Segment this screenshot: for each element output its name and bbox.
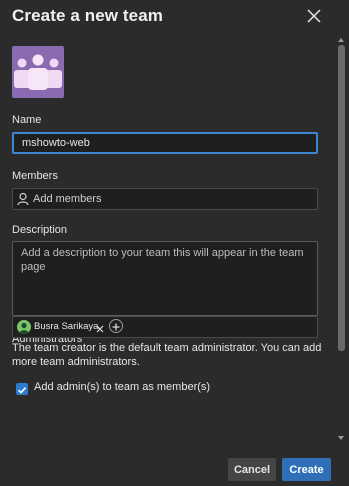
scroll-thumb[interactable] <box>338 45 345 351</box>
description-label: Description <box>12 224 68 236</box>
add-admin-icon[interactable] <box>109 319 123 333</box>
add-admins-checkbox[interactable] <box>16 383 28 395</box>
description-textarea[interactable]: Add a description to your team this will… <box>12 241 318 316</box>
scroll-up-icon[interactable] <box>338 38 344 42</box>
team-avatar-icon[interactable] <box>12 46 64 98</box>
person-icon <box>17 192 29 206</box>
admin-chip-name: Busra Sarikaya <box>34 321 99 332</box>
cancel-button[interactable]: Cancel <box>228 458 276 481</box>
add-admins-checkbox-label[interactable]: Add admin(s) to team as member(s) <box>34 381 210 393</box>
scroll-down-icon[interactable] <box>338 436 344 440</box>
create-team-dialog: Create a new team Name mshowto-web Membe… <box>0 0 349 486</box>
name-label: Name <box>12 114 42 126</box>
members-placeholder: Add members <box>33 193 102 205</box>
close-icon[interactable] <box>304 6 324 26</box>
administrators-input[interactable]: Busra Sarikaya <box>12 316 318 338</box>
create-button[interactable]: Create <box>282 458 331 481</box>
scrollbar[interactable] <box>334 34 349 446</box>
members-label: Members <box>12 170 58 182</box>
team-name-input[interactable]: mshowto-web <box>12 132 318 154</box>
remove-admin-icon[interactable] <box>95 321 105 333</box>
members-input[interactable]: Add members <box>12 188 318 210</box>
dialog-title: Create a new team <box>12 6 163 25</box>
admin-help-text: The team creator is the default team adm… <box>12 342 322 368</box>
admin-avatar <box>17 320 31 334</box>
